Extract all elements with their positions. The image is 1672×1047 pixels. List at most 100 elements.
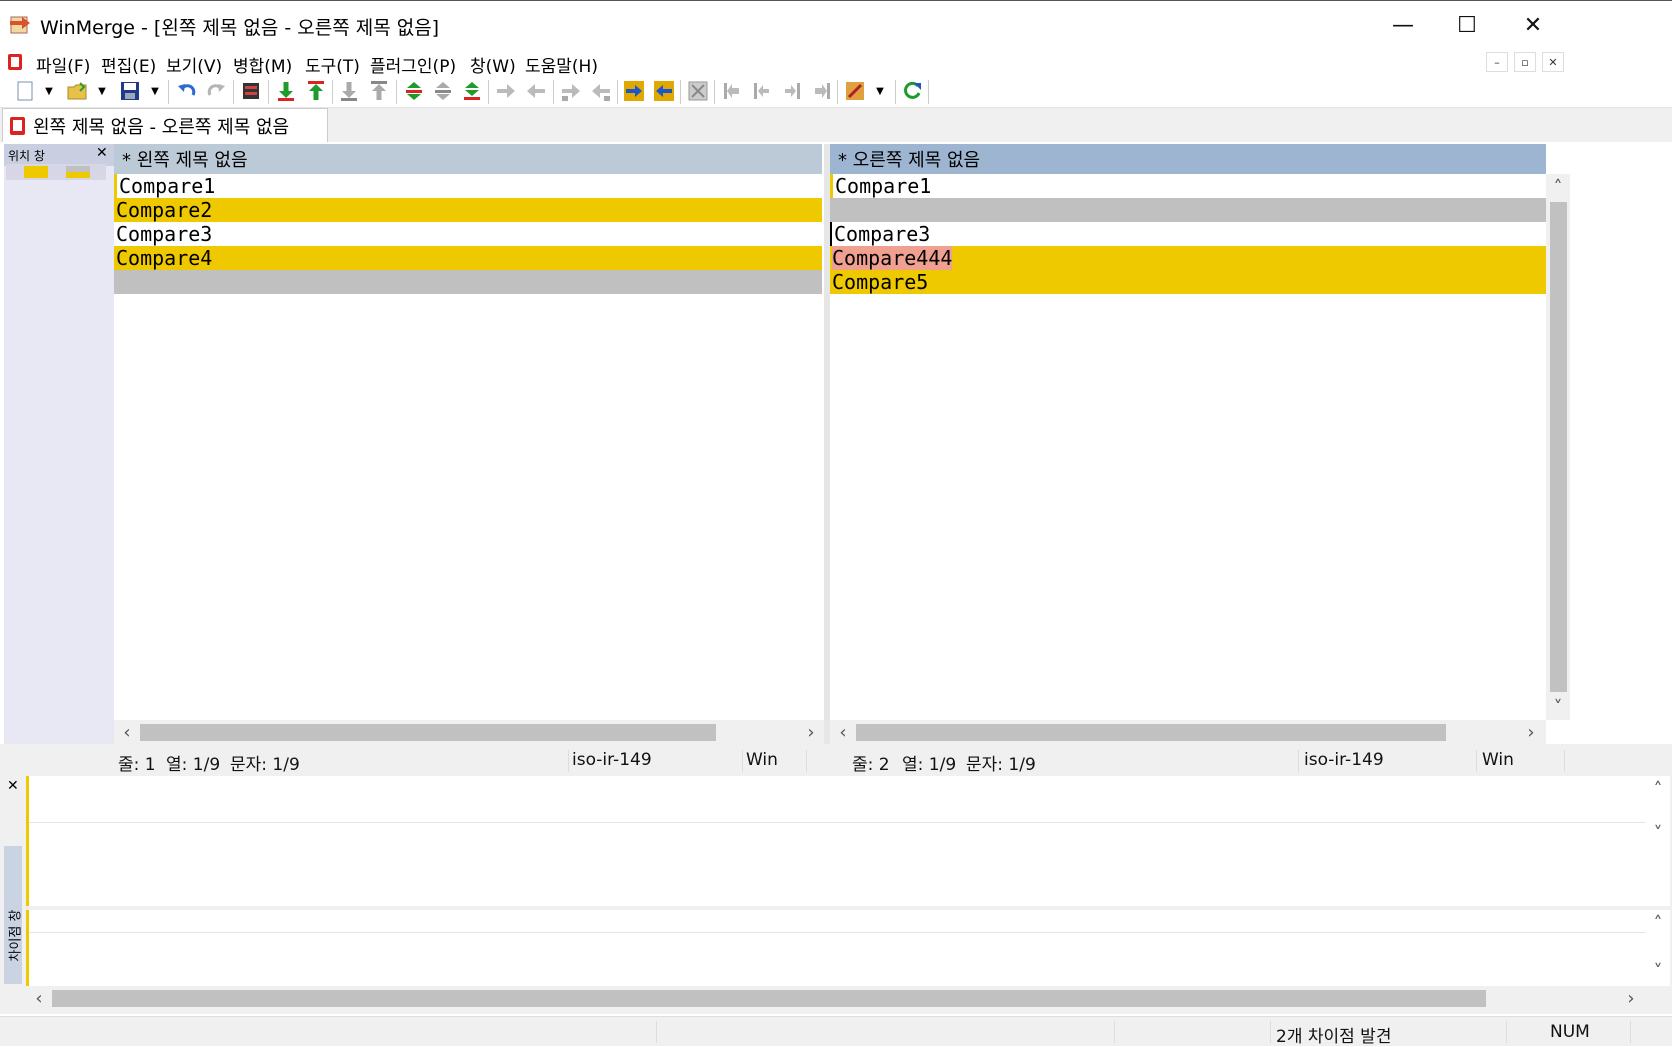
close-button[interactable]: ✕	[1498, 1, 1568, 49]
line-right-icon[interactable]	[781, 80, 803, 102]
document-tab-label: 왼쪽 제목 없음 - 오른쪽 제목 없음	[33, 116, 290, 138]
save-icon[interactable]	[119, 80, 141, 102]
right-line-4: Compare444	[830, 246, 1546, 270]
options-icon[interactable]	[844, 80, 866, 102]
next-diff-icon[interactable]	[275, 80, 297, 102]
copy-left-icon[interactable]	[525, 80, 547, 102]
refresh-icon[interactable]	[901, 80, 923, 102]
swap-panes-icon[interactable]	[687, 80, 709, 102]
scroll-up-icon[interactable]: ˄	[1647, 778, 1669, 800]
location-diff-marker	[66, 172, 90, 178]
current-diff-icon[interactable]	[403, 80, 425, 102]
right-scroll-thumb[interactable]	[856, 724, 1446, 741]
redo-icon[interactable]	[205, 80, 227, 102]
menu-plugins[interactable]: 플러그인(P)	[370, 52, 456, 77]
all-right-icon[interactable]	[623, 80, 645, 102]
location-pane-header: 위치 창 ✕	[4, 144, 114, 166]
new-dropdown-icon[interactable]: ▼	[44, 80, 54, 102]
right-line-4-text: Compare444	[832, 246, 953, 270]
open-folder-icon[interactable]	[66, 80, 88, 102]
diff-scroll-thumb[interactable]	[52, 990, 1486, 1007]
menu-window[interactable]: 창(W)	[470, 52, 516, 77]
copy-right-icon[interactable]	[495, 80, 517, 102]
scroll-right-icon[interactable]: ›	[1520, 721, 1542, 743]
copy-left-advance-icon[interactable]	[590, 80, 612, 102]
diff-pane: ✕ 차이점 창 ˄ ˅ ˄ ˅ ‹ ›	[0, 776, 1672, 1014]
diff-horizontal-scrollbar[interactable]: ‹ ›	[26, 986, 1646, 1010]
last-diff-icon[interactable]	[338, 80, 360, 102]
undo-icon[interactable]	[176, 80, 198, 102]
left-scroll-thumb[interactable]	[140, 724, 716, 741]
diff-upper-vscroll[interactable]: ˄ ˅	[1646, 776, 1670, 906]
scroll-up-icon[interactable]: ˄	[1547, 176, 1569, 198]
scroll-right-icon[interactable]: ›	[800, 721, 822, 743]
right-line-3: Compare3	[830, 222, 1546, 246]
menu-help[interactable]: 도움말(H)	[525, 52, 598, 77]
scroll-left-icon[interactable]: ‹	[28, 987, 50, 1009]
right-vscroll-thumb[interactable]	[1550, 202, 1567, 692]
num-lock-indicator: NUM	[1550, 1022, 1590, 1042]
first-diff-icon[interactable]	[368, 80, 390, 102]
copy-right-advance-icon[interactable]	[560, 80, 582, 102]
left-status-char: 문자: 1/9	[230, 755, 300, 775]
new-icon[interactable]	[14, 80, 36, 102]
right-status-char: 문자: 1/9	[966, 755, 1036, 775]
status-separator	[742, 750, 743, 772]
diff-line-divider	[29, 932, 1646, 933]
menu-tools[interactable]: 도구(T)	[305, 52, 360, 77]
menu-file[interactable]: 파일(F)	[36, 52, 90, 77]
line-right-last-icon[interactable]	[811, 80, 833, 102]
options-dropdown-icon[interactable]: ▼	[875, 80, 885, 102]
prev-diff-icon[interactable]	[305, 80, 327, 102]
prev-conflict-icon[interactable]	[432, 80, 454, 102]
document-icon	[6, 52, 26, 72]
scroll-up-icon[interactable]: ˄	[1647, 912, 1669, 934]
line-left-first-icon[interactable]	[721, 80, 743, 102]
diff-left-view[interactable]	[26, 776, 1646, 906]
toolbar-separator	[837, 80, 838, 104]
scroll-right-icon[interactable]: ›	[1620, 987, 1642, 1009]
left-status-col: 열: 1/9	[166, 755, 221, 775]
scroll-left-icon[interactable]: ‹	[116, 721, 138, 743]
mdi-minimize-button[interactable]: –	[1486, 52, 1508, 72]
scroll-down-icon[interactable]: ˅	[1647, 960, 1669, 982]
open-dropdown-icon[interactable]: ▼	[97, 80, 107, 102]
left-pane-header: * 왼쪽 제목 없음	[114, 144, 822, 174]
save-dropdown-icon[interactable]: ▼	[150, 80, 160, 102]
diff-lower-vscroll[interactable]: ˄ ˅	[1646, 910, 1670, 986]
right-vertical-scrollbar[interactable]: ˄ ˅	[1546, 174, 1570, 720]
location-pane-title: 위치 창	[8, 149, 45, 163]
status-separator	[1506, 1021, 1507, 1043]
right-text-area[interactable]: Compare1 Compare3 Compare444 Compare5	[830, 174, 1546, 720]
mdi-restore-button[interactable]: ▫	[1514, 52, 1536, 72]
status-separator	[1564, 750, 1565, 772]
scroll-down-icon[interactable]: ˅	[1547, 696, 1569, 718]
menu-edit[interactable]: 편집(E)	[101, 52, 156, 77]
next-conflict-icon[interactable]	[461, 80, 483, 102]
minimize-button[interactable]: —	[1368, 1, 1438, 49]
all-left-icon[interactable]	[653, 80, 675, 102]
menu-view[interactable]: 보기(V)	[166, 52, 222, 77]
diff-pane-close-button[interactable]: ✕	[7, 778, 19, 794]
right-horizontal-scrollbar[interactable]: ‹ ›	[830, 720, 1546, 744]
scroll-left-icon[interactable]: ‹	[832, 721, 854, 743]
menu-merge[interactable]: 병합(M)	[233, 52, 292, 77]
mdi-close-button[interactable]: ✕	[1542, 52, 1564, 72]
window-title: WinMerge - [왼쪽 제목 없음 - 오른쪽 제목 없음]	[40, 17, 440, 39]
toolbar-separator	[553, 80, 554, 104]
scroll-down-icon[interactable]: ˅	[1647, 822, 1669, 844]
left-line-2: Compare2	[114, 198, 822, 222]
location-map[interactable]	[6, 164, 106, 180]
location-pane-close-button[interactable]: ✕	[96, 145, 108, 161]
left-text-area[interactable]: Compare1 Compare2 Compare3 Compare4	[114, 174, 822, 720]
maximize-button[interactable]: ☐	[1432, 1, 1502, 49]
toolbar-separator	[168, 80, 169, 104]
diff-right-view[interactable]	[26, 910, 1646, 986]
line-left-icon[interactable]	[751, 80, 773, 102]
right-line-gap	[830, 198, 1546, 222]
document-tab-icon	[7, 115, 31, 137]
document-tab[interactable]: 왼쪽 제목 없음 - 오른쪽 제목 없음	[2, 108, 328, 142]
left-horizontal-scrollbar[interactable]: ‹ ›	[114, 720, 824, 744]
filter-icon[interactable]	[240, 80, 262, 102]
location-pane: 위치 창 ✕	[4, 144, 114, 814]
